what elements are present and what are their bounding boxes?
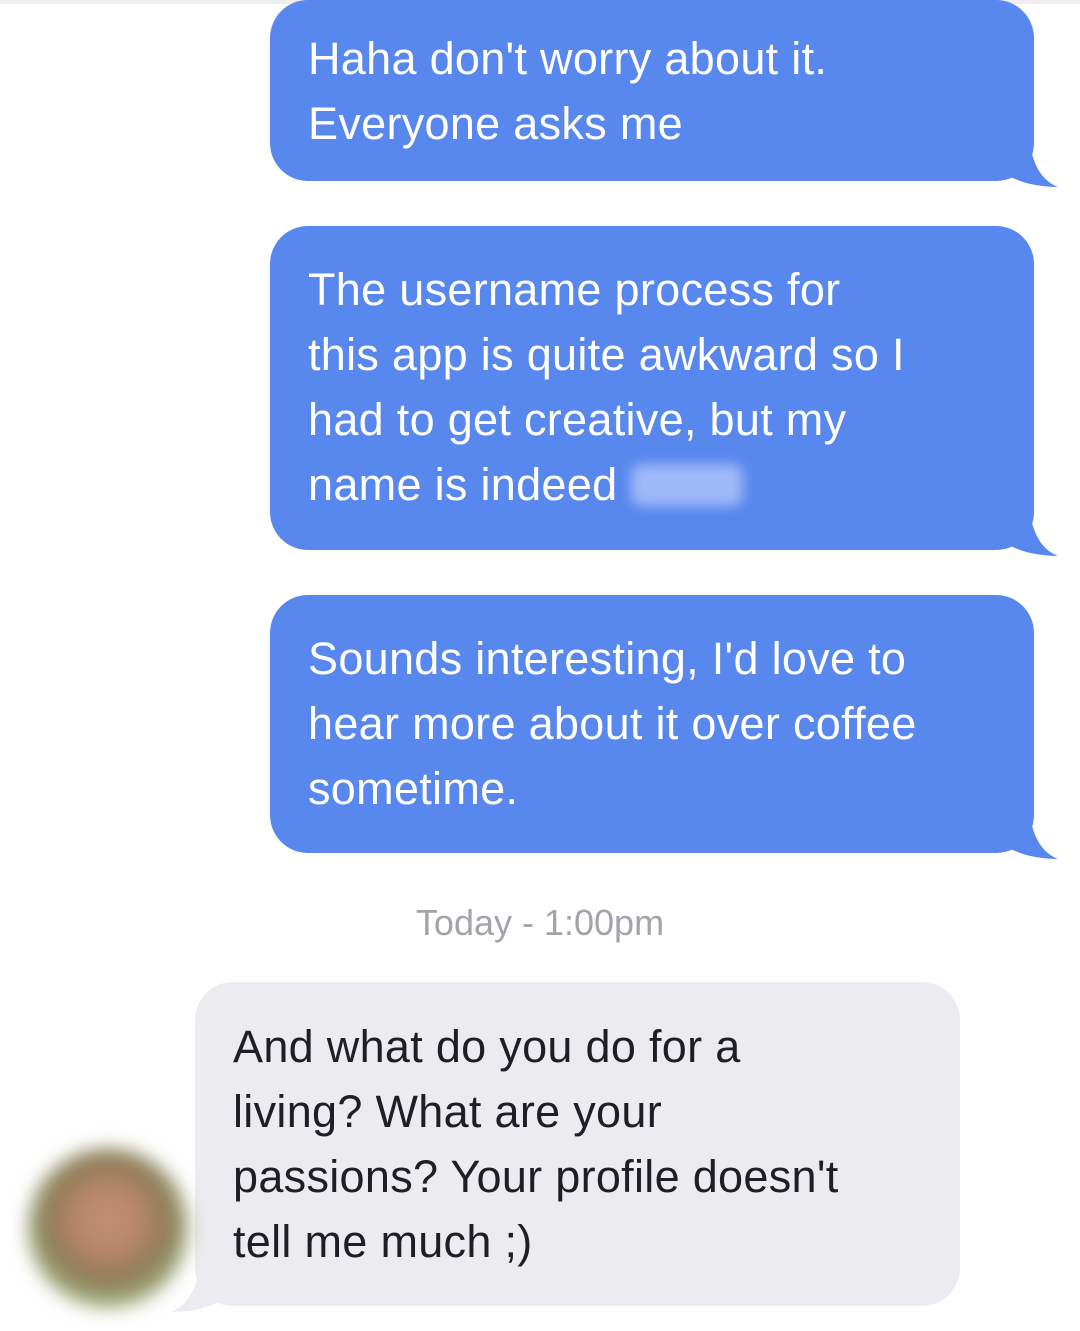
message-line-with-redaction: name is indeed	[308, 452, 1004, 517]
message-line: Haha don't worry about it.	[308, 33, 828, 84]
message-sent-2[interactable]: The username process for this app is qui…	[270, 226, 1058, 556]
message-line: Everyone asks me	[308, 98, 683, 149]
redacted-name	[631, 464, 744, 506]
message-received-1[interactable]: And what do you do for a living? What ar…	[171, 982, 960, 1312]
message-line: living? What are your	[233, 1086, 662, 1137]
bubble-tail-icon	[998, 789, 1058, 859]
message-bubble[interactable]: The username process for this app is qui…	[270, 226, 1058, 556]
message-line: this app is quite awkward so I	[308, 329, 905, 380]
message-bubble[interactable]: Sounds interesting, I'd love to hear mor…	[270, 595, 1058, 859]
bubble-tail-icon	[998, 486, 1058, 556]
message-bubble[interactable]: Haha don't worry about it. Everyone asks…	[270, 0, 1058, 187]
message-line: hear more about it over coffee	[308, 698, 917, 749]
message-thread[interactable]: Haha don't worry about it. Everyone asks…	[0, 0, 1080, 1331]
message-sent-1[interactable]: Haha don't worry about it. Everyone asks…	[270, 0, 1058, 187]
timestamp-divider: Today - 1:00pm	[415, 902, 665, 943]
bubble-tail-icon	[998, 117, 1058, 187]
message-line: name is indeed	[308, 459, 618, 510]
message-bubble[interactable]: And what do you do for a living? What ar…	[171, 982, 960, 1312]
message-line: And what do you do for a	[233, 1021, 741, 1072]
message-line: Sounds interesting, I'd love to	[308, 633, 907, 684]
message-line: had to get creative, but my	[308, 394, 847, 445]
message-sent-3[interactable]: Sounds interesting, I'd love to hear mor…	[270, 595, 1058, 859]
message-line: tell me much ;)	[233, 1216, 533, 1267]
avatar[interactable]	[28, 1148, 188, 1308]
message-line: passions? Your profile doesn't	[233, 1151, 839, 1202]
message-line: The username process for	[308, 264, 841, 315]
message-line: sometime.	[308, 763, 519, 814]
